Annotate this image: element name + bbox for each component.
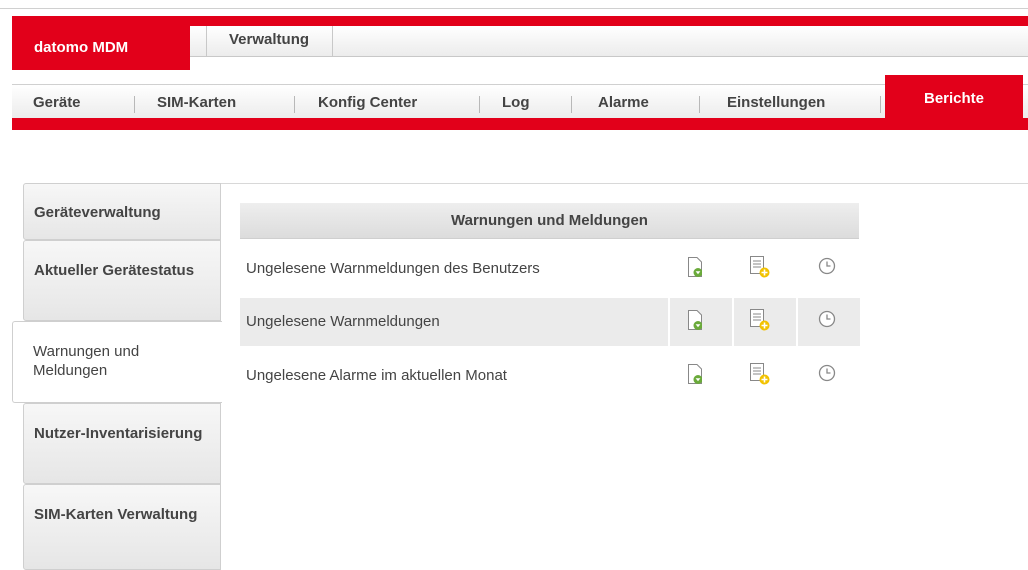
header-red-band <box>12 16 1028 26</box>
nav-item-sim-karten[interactable]: SIM-Karten <box>157 94 236 111</box>
nav-item-log[interactable]: Log <box>502 94 530 111</box>
panel-title: Warnungen und Meldungen <box>240 203 859 239</box>
top-border-line <box>0 8 1028 9</box>
report-row: Ungelesene Warnmeldungen <box>240 298 860 346</box>
download-report-icon <box>688 257 702 277</box>
nav-item-geraete[interactable]: Geräte <box>33 94 81 111</box>
sidebar-item-geraeteverwaltung[interactable]: Geräteverwaltung <box>23 183 221 240</box>
nav-separator <box>699 96 700 113</box>
download-report-button[interactable] <box>670 245 732 293</box>
download-report-icon <box>688 310 702 330</box>
schedule-button[interactable] <box>798 352 860 400</box>
download-report-icon <box>688 364 702 384</box>
nav-separator <box>880 96 881 113</box>
sidebar-item-aktueller-geraetestatus[interactable]: Aktueller Gerätestatus <box>23 240 221 321</box>
add-report-button[interactable] <box>734 352 796 400</box>
schedule-clock-icon <box>818 257 836 275</box>
content-divider <box>221 183 1028 184</box>
nav-separator <box>571 96 572 113</box>
report-label: Ungelesene Alarme im aktuellen Monat <box>246 367 507 384</box>
nav-item-konfig-center[interactable]: Konfig Center <box>318 94 417 111</box>
nav-separator <box>479 96 480 113</box>
add-report-icon <box>750 309 770 331</box>
nav-separator <box>294 96 295 113</box>
schedule-button[interactable] <box>798 245 860 293</box>
nav-separator <box>134 96 135 113</box>
app-title: datomo MDM <box>12 26 190 70</box>
report-row: Ungelesene Alarme im aktuellen Monat <box>240 352 859 400</box>
sidebar-item-warnungen-und-meldungen[interactable]: Warnungen und Meldungen <box>12 321 222 403</box>
sidebar-item-sim-karten-verwaltung[interactable]: SIM-Karten Verwaltung <box>23 484 221 570</box>
add-report-icon <box>750 256 770 278</box>
download-report-button[interactable] <box>670 352 732 400</box>
report-row: Ungelesene Warnmeldungen des Benutzers <box>240 245 859 293</box>
sidebar-item-nutzer-inventarisierung[interactable]: Nutzer-Inventarisierung <box>23 403 221 484</box>
schedule-clock-icon <box>818 310 836 328</box>
tab-verwaltung[interactable]: Verwaltung <box>206 26 334 56</box>
report-label: Ungelesene Warnmeldungen <box>240 298 668 346</box>
nav-red-band <box>12 118 1028 130</box>
add-report-icon <box>750 363 770 385</box>
schedule-button[interactable] <box>798 298 860 346</box>
report-label: Ungelesene Warnmeldungen des Benutzers <box>246 260 540 277</box>
top-tabbar: Verwaltung <box>190 26 1028 57</box>
add-report-button[interactable] <box>734 245 796 293</box>
download-report-button[interactable] <box>670 298 732 346</box>
nav-item-berichte[interactable]: Berichte <box>885 75 1023 119</box>
nav-item-alarme[interactable]: Alarme <box>598 94 649 111</box>
add-report-button[interactable] <box>734 298 796 346</box>
schedule-clock-icon <box>818 364 836 382</box>
nav-item-einstellungen[interactable]: Einstellungen <box>727 94 825 111</box>
main-nav: Geräte SIM-Karten Konfig Center Log Alar… <box>12 84 1028 118</box>
